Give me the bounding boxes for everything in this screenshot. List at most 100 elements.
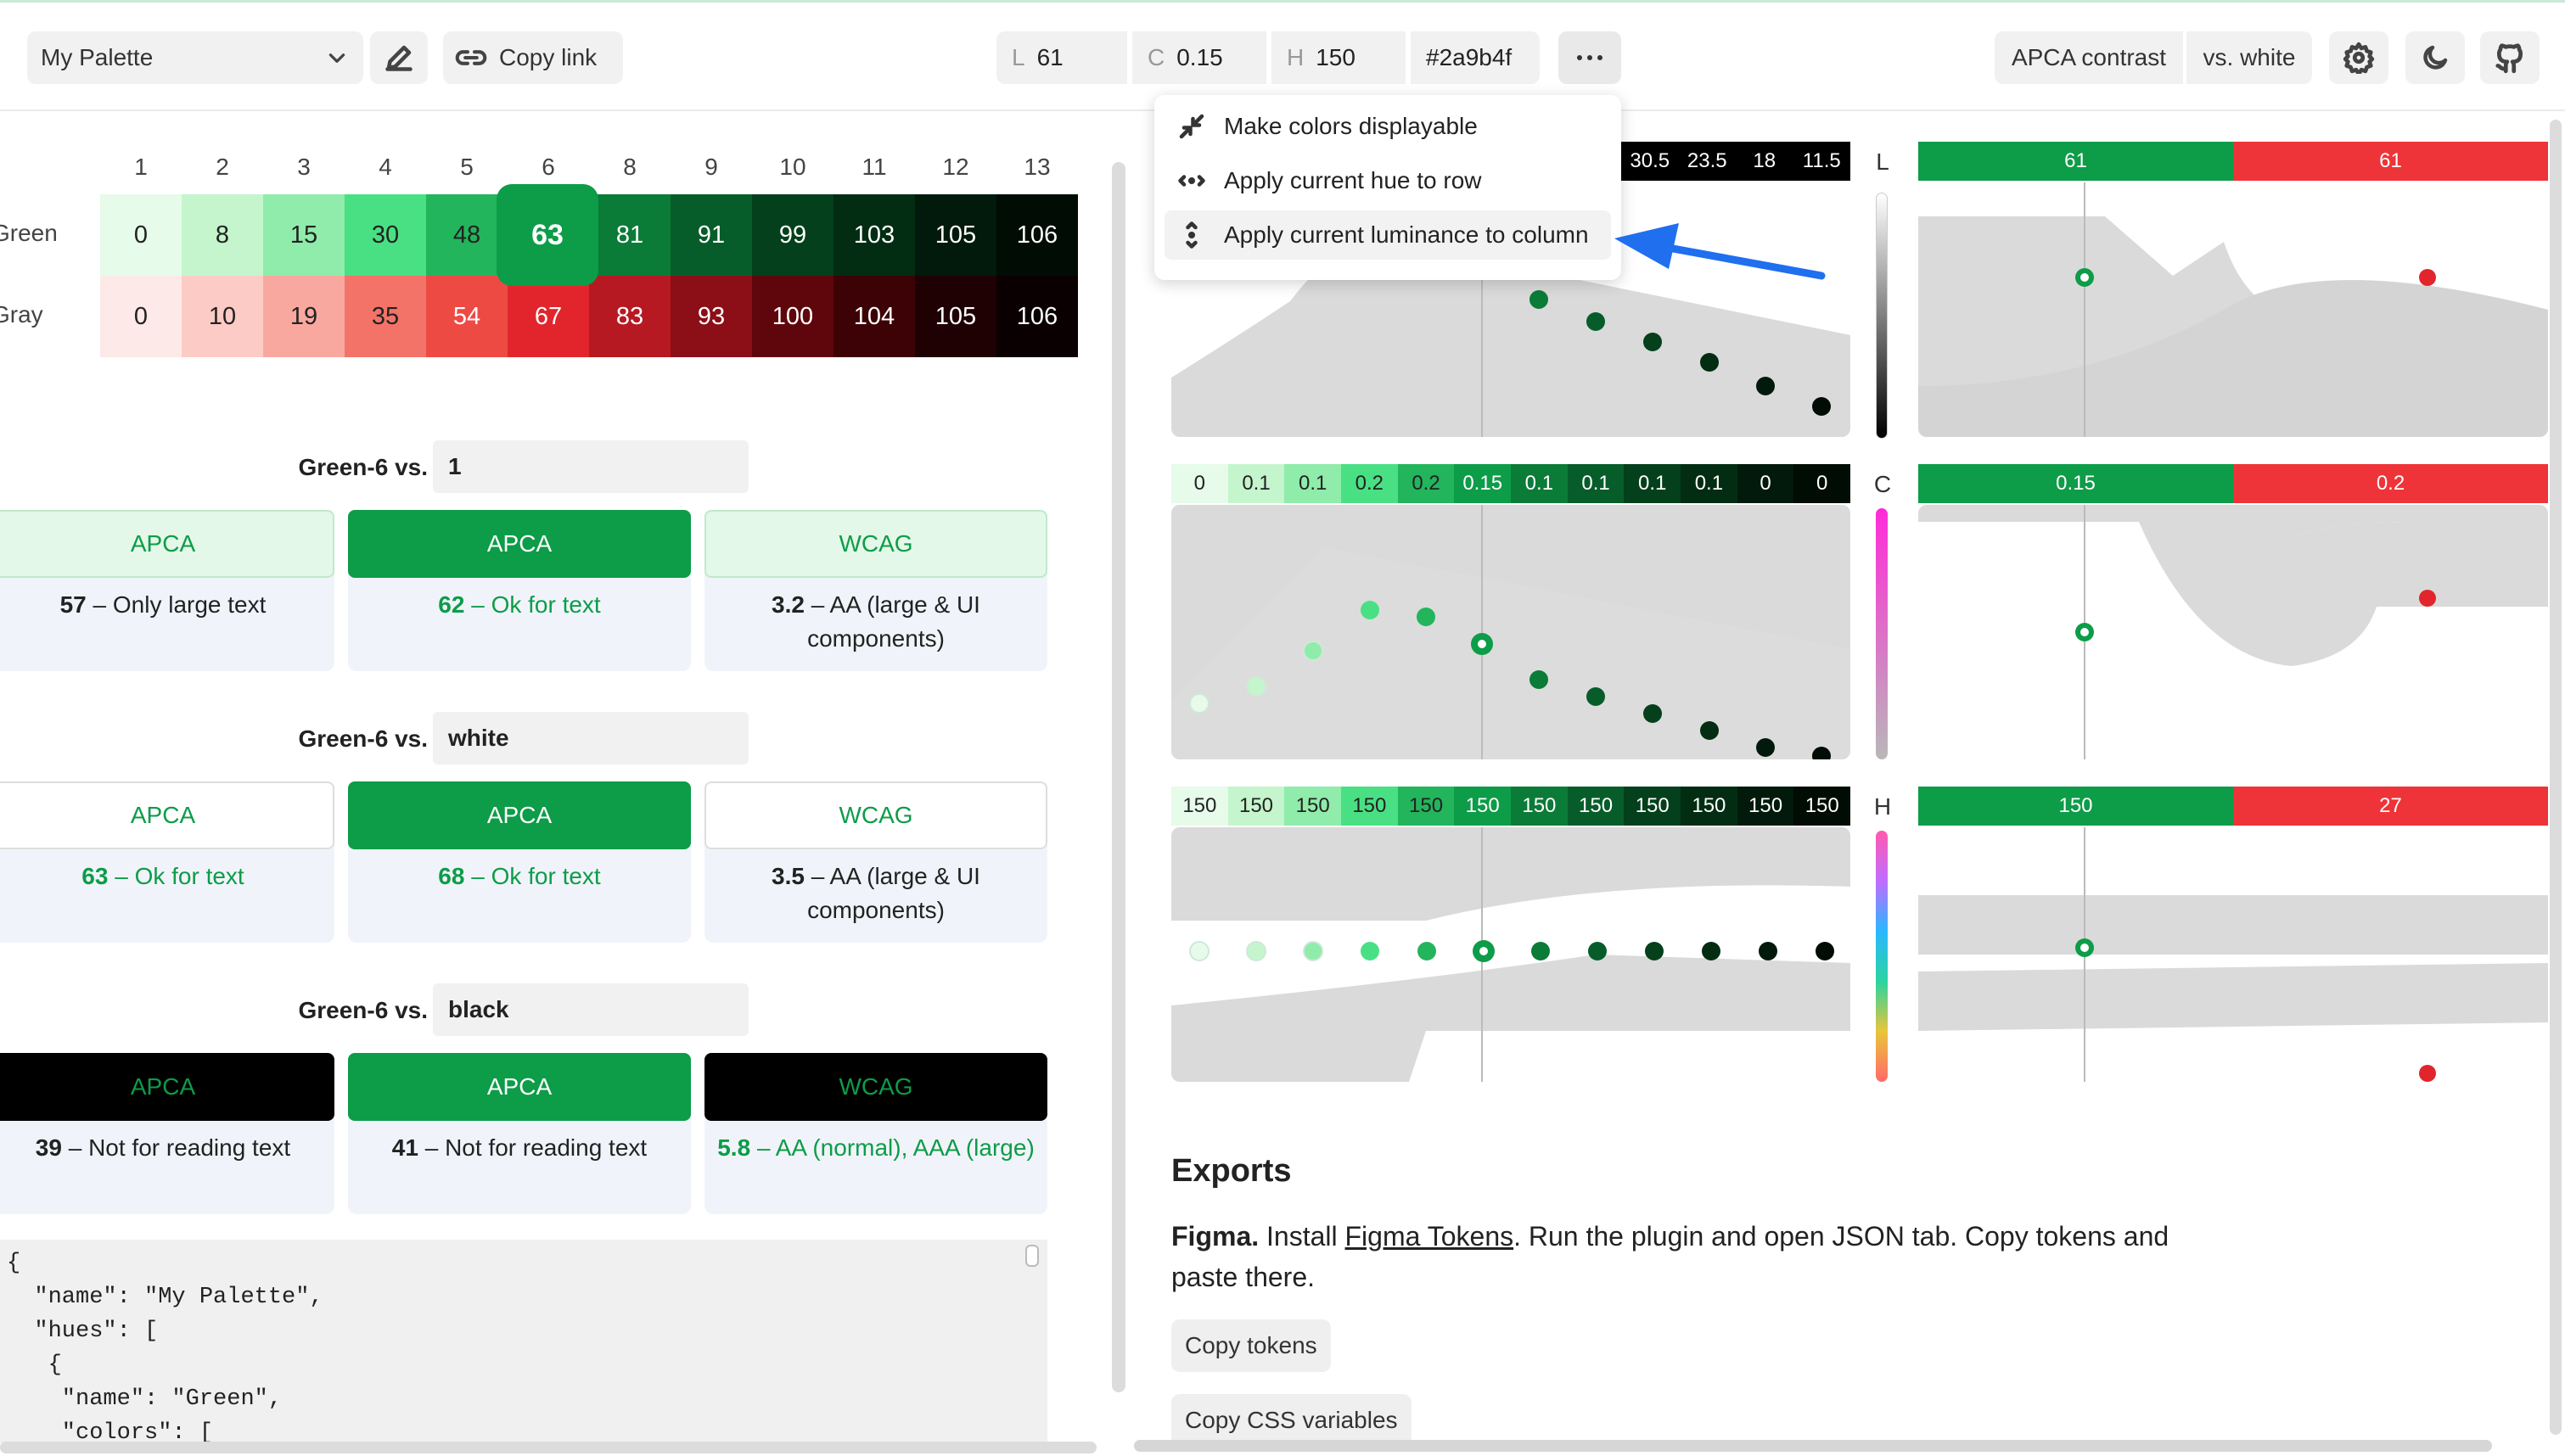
- color-cell[interactable]: 105: [915, 276, 996, 357]
- chart-point[interactable]: [1643, 333, 1662, 351]
- chart-point[interactable]: [1756, 738, 1775, 757]
- color-cell[interactable]: 0: [100, 276, 182, 357]
- chart-point[interactable]: [1700, 721, 1719, 740]
- github-button[interactable]: [2480, 31, 2540, 84]
- copy-tokens-button[interactable]: Copy tokens: [1171, 1319, 1331, 1372]
- color-cell[interactable]: 105: [915, 194, 996, 276]
- bar-value: 150: [1681, 787, 1737, 826]
- chart-point[interactable]: [1588, 942, 1607, 960]
- menu-item-apply-hue-row[interactable]: Apply current hue to row: [1165, 156, 1611, 205]
- chart-point[interactable]: [1645, 942, 1664, 960]
- color-cell[interactable]: 48: [426, 194, 508, 276]
- h-slider[interactable]: [1876, 831, 1888, 1082]
- contrast-score: 41: [391, 1134, 418, 1161]
- palette-select[interactable]: My Palette: [27, 31, 363, 84]
- h-right-chart[interactable]: [1918, 827, 2548, 1082]
- chart-point[interactable]: [1756, 377, 1775, 395]
- more-dots-icon: [1577, 55, 1602, 60]
- chart-point[interactable]: [1246, 941, 1266, 961]
- color-cell[interactable]: 103: [833, 194, 915, 276]
- l-slider[interactable]: [1876, 193, 1888, 439]
- figma-tokens-link[interactable]: Figma Tokens: [1345, 1221, 1514, 1252]
- c-slider[interactable]: [1876, 508, 1888, 759]
- vs-white-select[interactable]: vs. white: [2186, 31, 2312, 84]
- h-chart[interactable]: [1171, 827, 1850, 1082]
- chart-point[interactable]: [1246, 676, 1266, 697]
- color-cell[interactable]: 19: [263, 276, 345, 357]
- chart-point[interactable]: [1759, 942, 1777, 960]
- color-cell[interactable]: 30: [345, 194, 426, 276]
- chart-point[interactable]: [1361, 601, 1379, 619]
- h-field[interactable]: H 150: [1271, 31, 1406, 84]
- color-cell[interactable]: 67: [508, 276, 589, 357]
- chart-point[interactable]: [1643, 704, 1662, 723]
- copy-css-variables-button[interactable]: Copy CSS variables: [1171, 1394, 1412, 1447]
- comparison-target-input[interactable]: 1: [433, 440, 749, 493]
- color-cell[interactable]: 104: [833, 276, 915, 357]
- chart-point[interactable]: [1189, 693, 1210, 714]
- right-horizontal-scrollbar[interactable]: [1134, 1440, 2492, 1452]
- contrast-card: WCAG 5.8 – AA (normal), AAA (large): [704, 1053, 1047, 1214]
- l-right-chart[interactable]: [1918, 182, 2548, 437]
- c-right-chart[interactable]: [1918, 505, 2548, 759]
- color-cell[interactable]: 81: [589, 194, 671, 276]
- chart-point[interactable]: [1361, 942, 1379, 960]
- json-code[interactable]: { "name": "My Palette", "hues": [ { "nam…: [0, 1240, 1047, 1443]
- more-menu-button[interactable]: [1558, 31, 1621, 84]
- selected-color-cell[interactable]: 63: [497, 184, 598, 286]
- chart-point[interactable]: [1303, 641, 1323, 661]
- copy-link-button[interactable]: Copy link: [443, 31, 623, 84]
- color-cell[interactable]: 106: [996, 194, 1078, 276]
- left-vertical-scrollbar[interactable]: [1112, 111, 1129, 1456]
- column-header: 12: [942, 154, 969, 180]
- color-cell[interactable]: 35: [345, 276, 426, 357]
- chart-point[interactable]: [1812, 397, 1831, 416]
- chart-point[interactable]: [1531, 942, 1550, 960]
- color-cell[interactable]: 15: [263, 194, 345, 276]
- chart-point[interactable]: [1303, 941, 1323, 961]
- code-scrollbar[interactable]: [1025, 1245, 1039, 1267]
- comparison-target-input[interactable]: white: [433, 712, 749, 764]
- color-cell[interactable]: 0: [100, 194, 182, 276]
- bar-value: 0.2: [1397, 464, 1455, 503]
- hex-field[interactable]: #2a9b4f: [1411, 31, 1540, 84]
- color-cell[interactable]: 100: [752, 276, 833, 357]
- chart-point[interactable]: [1529, 670, 1548, 689]
- column-header: 8: [623, 154, 637, 180]
- chart-point[interactable]: [1702, 942, 1720, 960]
- chart-point[interactable]: [1417, 942, 1436, 960]
- contrast-card-text: 68 – Ok for text: [356, 860, 682, 893]
- color-cell[interactable]: 99: [752, 194, 833, 276]
- color-cell[interactable]: 10: [182, 276, 263, 357]
- right-vertical-scrollbar[interactable]: [2550, 120, 2562, 1435]
- chart-point[interactable]: [1700, 353, 1719, 372]
- left-horizontal-scrollbar[interactable]: [0, 1442, 1097, 1453]
- l-field[interactable]: L 61: [996, 31, 1127, 84]
- contrast-card-text: 62 – Ok for text: [356, 588, 682, 622]
- chart-point[interactable]: [1417, 608, 1435, 626]
- h-key: H: [1287, 44, 1305, 70]
- comparison-target-input[interactable]: black: [433, 983, 749, 1036]
- color-cell[interactable]: 106: [996, 276, 1078, 357]
- menu-item-make-displayable[interactable]: Make colors displayable: [1165, 102, 1611, 151]
- palette-name: My Palette: [41, 44, 154, 70]
- menu-item-apply-luminance-column[interactable]: Apply current luminance to column: [1165, 210, 1611, 260]
- rename-button[interactable]: [370, 31, 428, 84]
- settings-button[interactable]: [2329, 31, 2388, 84]
- color-cell[interactable]: 91: [671, 194, 752, 276]
- dark-mode-button[interactable]: [2405, 31, 2465, 84]
- contrast-score: 57: [59, 591, 87, 618]
- chart-point[interactable]: [1586, 312, 1605, 331]
- color-cell[interactable]: 93: [671, 276, 752, 357]
- chart-point[interactable]: [1529, 290, 1548, 309]
- c-field[interactable]: C 0.15: [1132, 31, 1266, 84]
- chart-point[interactable]: [1816, 942, 1834, 960]
- chart-point[interactable]: [1586, 687, 1605, 706]
- c-chart[interactable]: [1171, 505, 1850, 759]
- color-cell[interactable]: 8: [182, 194, 263, 276]
- chart-point[interactable]: [1189, 941, 1210, 961]
- c-right-a: 0.15: [1918, 464, 2233, 503]
- color-cell[interactable]: 83: [589, 276, 671, 357]
- apca-contrast-select[interactable]: APCA contrast: [1995, 31, 2183, 84]
- color-cell[interactable]: 54: [426, 276, 508, 357]
